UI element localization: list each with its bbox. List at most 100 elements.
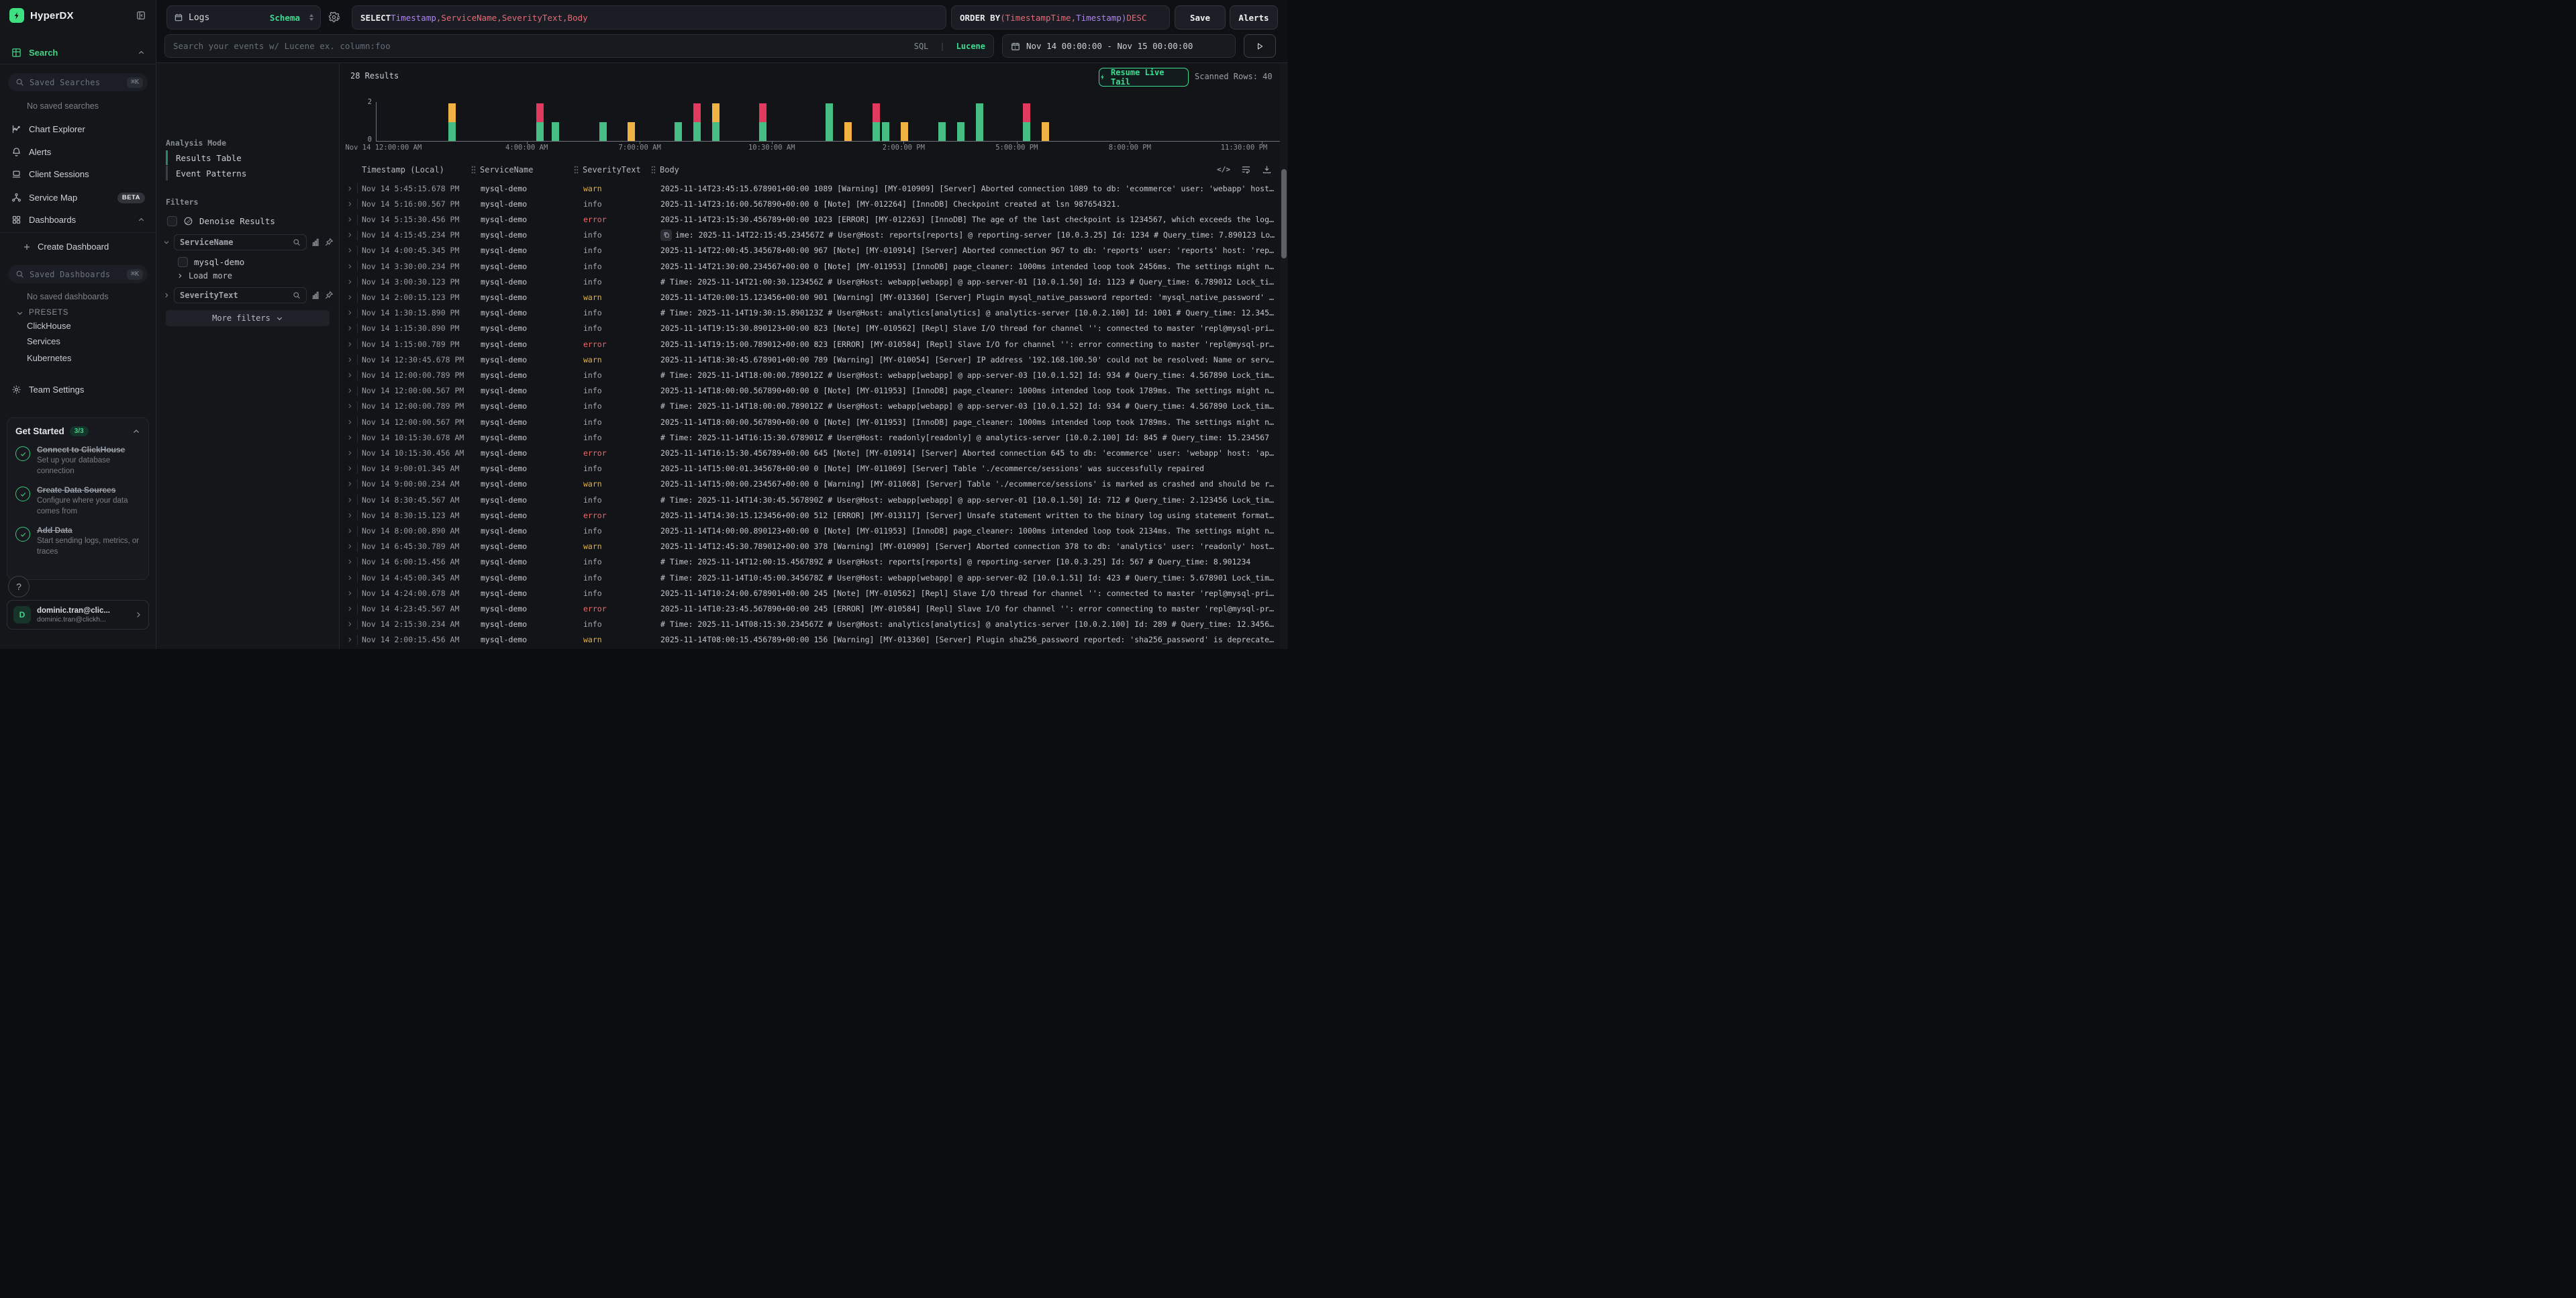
row-expand-chevron-icon[interactable] <box>346 387 353 394</box>
row-expand-chevron-icon[interactable] <box>346 232 353 238</box>
sidebar-item-search[interactable]: Search <box>5 44 150 62</box>
get-started-item[interactable]: Add DataStart sending logs, metrics, or … <box>15 526 140 557</box>
column-header-timestamp[interactable]: Timestamp (Local) <box>362 165 444 174</box>
table-row[interactable]: Nov 14 10:15:30.678 AMmysql-demoinfo# Ti… <box>340 430 1288 445</box>
table-row[interactable]: Nov 14 4:23:45.567 AMmysql-demoerror2025… <box>340 601 1288 616</box>
table-row[interactable]: Nov 14 4:24:00.678 AMmysql-demoinfo2025-… <box>340 585 1288 601</box>
table-row[interactable]: Nov 14 6:45:30.789 AMmysql-demowarn2025-… <box>340 539 1288 554</box>
row-expand-chevron-icon[interactable] <box>346 434 353 441</box>
table-row[interactable]: Nov 14 12:30:45.678 PMmysql-demowarn2025… <box>340 352 1288 367</box>
presets-section-header[interactable]: PRESETS <box>16 309 68 317</box>
checkbox[interactable] <box>178 257 188 267</box>
analysis-mode-event-patterns[interactable]: Event Patterns <box>166 166 330 181</box>
row-expand-chevron-icon[interactable] <box>346 621 353 628</box>
row-expand-chevron-icon[interactable] <box>346 575 353 581</box>
pin-icon[interactable] <box>324 291 334 300</box>
histogram-bar[interactable] <box>976 103 983 141</box>
table-row[interactable]: Nov 14 1:15:30.890 PMmysql-demoinfo2025-… <box>340 321 1288 336</box>
table-row[interactable]: Nov 14 10:15:30.456 AMmysql-demoerror202… <box>340 445 1288 460</box>
table-row[interactable]: Nov 14 9:00:01.345 AMmysql-demoinfo2025-… <box>340 461 1288 477</box>
row-expand-chevron-icon[interactable] <box>346 605 353 612</box>
histogram-bar[interactable] <box>873 103 880 141</box>
table-row[interactable]: Nov 14 12:00:00.567 PMmysql-demoinfo2025… <box>340 383 1288 399</box>
histogram-bar[interactable] <box>693 103 701 141</box>
chevron-up-icon[interactable] <box>138 216 145 223</box>
histogram-bar[interactable] <box>1023 103 1030 141</box>
source-selector[interactable]: Logs Schema <box>166 5 321 30</box>
histogram-bar[interactable] <box>938 122 946 141</box>
saved-searches-input[interactable]: Saved Searches ⌘K <box>8 73 148 91</box>
table-row[interactable]: Nov 14 9:00:00.234 AMmysql-demowarn2025-… <box>340 477 1288 492</box>
order-by-editor[interactable]: ORDER BY (TimestampTime, Timestamp) DESC <box>951 5 1170 30</box>
table-row[interactable]: Nov 14 2:15:30.234 AMmysql-demoinfo# Tim… <box>340 617 1288 632</box>
row-expand-chevron-icon[interactable] <box>346 294 353 301</box>
drag-handle-icon[interactable] <box>574 166 579 174</box>
row-expand-chevron-icon[interactable] <box>346 185 353 192</box>
table-row[interactable]: Nov 14 4:00:45.345 PMmysql-demoinfo2025-… <box>340 243 1288 258</box>
pin-icon[interactable] <box>324 238 334 247</box>
row-expand-chevron-icon[interactable] <box>346 465 353 472</box>
chevron-up-icon[interactable] <box>138 49 145 56</box>
sidebar-item-client-sessions[interactable]: Client Sessions <box>5 165 150 183</box>
histogram-bar[interactable] <box>628 122 635 141</box>
drag-handle-icon[interactable] <box>651 166 656 174</box>
table-row[interactable]: Nov 14 5:15:30.456 PMmysql-demoerror2025… <box>340 211 1288 227</box>
column-header-servicename[interactable]: ServiceName <box>471 165 533 174</box>
filter-group-search-box[interactable]: SeverityText <box>174 287 307 303</box>
more-filters-button[interactable]: More filters <box>166 310 330 326</box>
chevron-right-icon[interactable] <box>163 292 170 299</box>
row-expand-chevron-icon[interactable] <box>346 419 353 426</box>
histogram-bar[interactable] <box>536 103 544 141</box>
histogram-bar[interactable] <box>1042 122 1049 141</box>
row-expand-chevron-icon[interactable] <box>346 497 353 503</box>
copy-icon[interactable] <box>660 230 672 241</box>
analysis-mode-results-table[interactable]: Results Table <box>166 150 330 165</box>
row-expand-chevron-icon[interactable] <box>346 341 353 348</box>
row-expand-chevron-icon[interactable] <box>346 512 353 519</box>
bar-chart-icon[interactable] <box>311 238 320 247</box>
sidebar-item-service-map[interactable]: Service MapBETA <box>5 189 150 207</box>
row-expand-chevron-icon[interactable] <box>346 636 353 643</box>
row-expand-chevron-icon[interactable] <box>346 216 353 223</box>
histogram-bar[interactable] <box>712 103 720 141</box>
row-expand-chevron-icon[interactable] <box>346 201 353 207</box>
row-expand-chevron-icon[interactable] <box>346 590 353 597</box>
chevron-down-icon[interactable] <box>163 239 170 246</box>
table-row[interactable]: Nov 14 1:15:00.789 PMmysql-demoerror2025… <box>340 336 1288 352</box>
drag-handle-icon[interactable] <box>471 166 476 174</box>
table-row[interactable]: Nov 14 12:00:00.567 PMmysql-demoinfo2025… <box>340 414 1288 430</box>
query-settings-gear-icon[interactable] <box>328 11 340 23</box>
row-expand-chevron-icon[interactable] <box>346 263 353 270</box>
row-expand-chevron-icon[interactable] <box>346 356 353 363</box>
denoise-results-toggle[interactable]: Denoise Results <box>167 216 275 226</box>
histogram-bar[interactable] <box>844 122 852 141</box>
lang-toggle-lucene[interactable]: Lucene <box>956 42 985 51</box>
chevron-up-icon[interactable] <box>132 428 140 436</box>
row-expand-chevron-icon[interactable] <box>346 528 353 534</box>
get-started-item[interactable]: Connect to ClickHouseSet up your databas… <box>15 445 140 477</box>
table-row[interactable]: Nov 14 12:00:00.789 PMmysql-demoinfo# Ti… <box>340 399 1288 414</box>
row-expand-chevron-icon[interactable] <box>346 558 353 565</box>
row-expand-chevron-icon[interactable] <box>346 372 353 379</box>
row-expand-chevron-icon[interactable] <box>346 309 353 316</box>
column-header-severitytext[interactable]: SeverityText <box>574 165 641 174</box>
search-icon[interactable] <box>293 238 301 246</box>
lang-toggle-sql[interactable]: SQL <box>914 42 929 51</box>
sidebar-preset-services[interactable]: Services <box>27 336 60 346</box>
row-expand-chevron-icon[interactable] <box>346 403 353 409</box>
sidebar-preset-clickhouse[interactable]: ClickHouse <box>27 321 71 331</box>
sidebar-preset-kubernetes[interactable]: Kubernetes <box>27 353 72 363</box>
sidebar-item-alerts[interactable]: Alerts <box>5 143 150 161</box>
search-icon[interactable] <box>293 291 301 299</box>
row-expand-chevron-icon[interactable] <box>346 450 353 456</box>
histogram-bar[interactable] <box>448 103 456 141</box>
date-range-picker[interactable]: 1 Nov 14 00:00:00 - Nov 15 00:00:00 <box>1002 34 1236 58</box>
sidebar-collapse-icon[interactable] <box>136 10 146 21</box>
table-row[interactable]: Nov 14 12:00:00.789 PMmysql-demoinfo# Ti… <box>340 367 1288 383</box>
histogram-bar[interactable] <box>882 122 889 141</box>
histogram-bar[interactable] <box>957 122 964 141</box>
scrollbar-thumb[interactable] <box>1281 169 1287 258</box>
checkbox[interactable] <box>167 216 177 226</box>
table-row[interactable]: Nov 14 5:16:00.567 PMmysql-demoinfo2025-… <box>340 196 1288 211</box>
download-icon[interactable] <box>1262 164 1272 174</box>
